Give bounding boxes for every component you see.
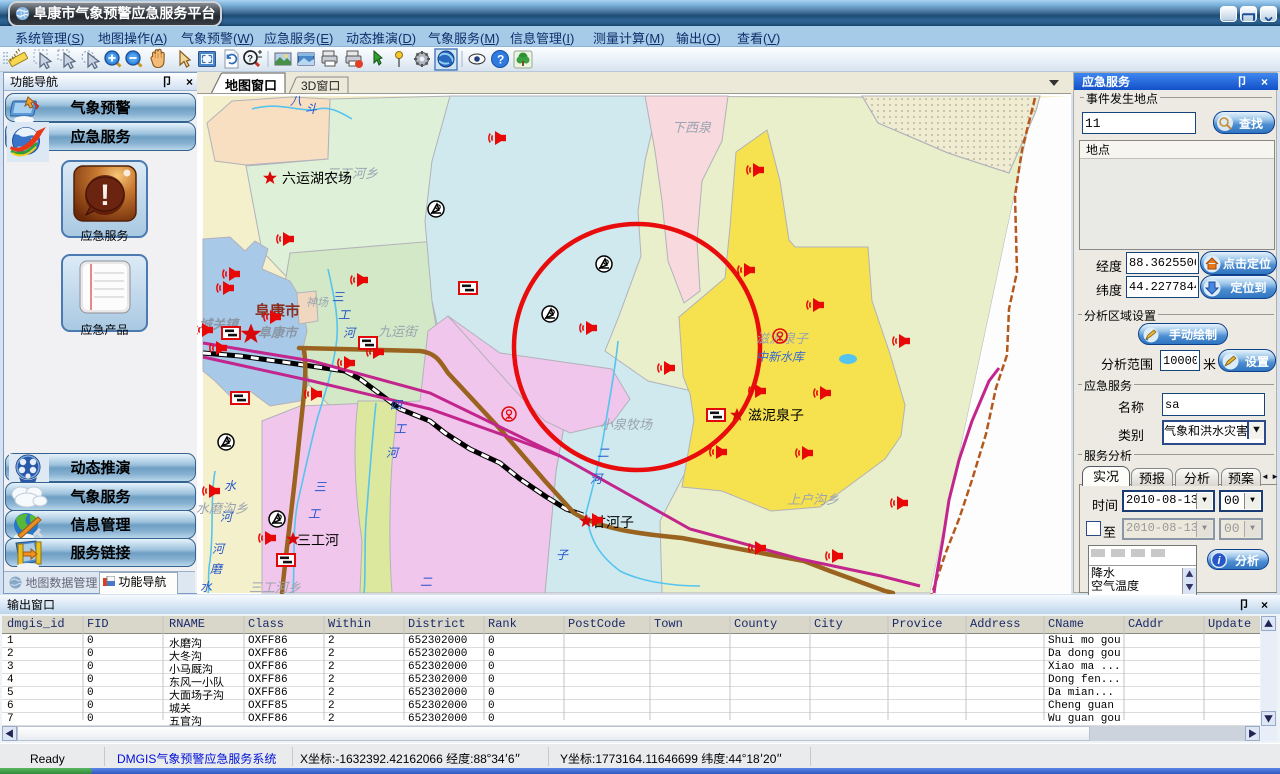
- svg-text:滋泥泉子: 滋泥泉子: [756, 328, 809, 347]
- svg-text:磨: 磨: [210, 560, 224, 577]
- svg-text:?: ?: [497, 51, 504, 68]
- svg-text:河: 河: [386, 444, 400, 461]
- svg-text:滋泥泉子: 滋泥泉子: [748, 405, 804, 425]
- svg-text:三工河乡: 三工河乡: [249, 577, 301, 594]
- svg-text:河: 河: [590, 470, 604, 487]
- svg-text:三工河: 三工河: [297, 530, 339, 550]
- svg-text:河: 河: [220, 508, 234, 525]
- svg-text:工: 工: [394, 420, 407, 437]
- svg-text:上户沟乡: 上户沟乡: [787, 489, 839, 508]
- svg-text:二: 二: [597, 444, 610, 461]
- svg-text:阜康市: 阜康市: [258, 322, 299, 341]
- svg-text:神场: 神场: [306, 294, 329, 310]
- svg-text:中新水库: 中新水库: [756, 348, 806, 365]
- svg-text:!: !: [100, 170, 110, 214]
- svg-text:工: 工: [338, 306, 351, 323]
- svg-text:河: 河: [343, 324, 357, 341]
- svg-text:三: 三: [314, 478, 327, 495]
- svg-text:水: 水: [200, 578, 213, 594]
- svg-text:下西泉: 下西泉: [672, 117, 712, 136]
- svg-text:四: 四: [390, 396, 404, 413]
- svg-text:六运湖农场: 六运湖农场: [282, 168, 352, 188]
- svg-text:小泉牧场: 小泉牧场: [600, 414, 653, 433]
- svg-text:子: 子: [556, 546, 569, 563]
- svg-text:工: 工: [308, 505, 321, 522]
- svg-text:?: ?: [247, 51, 253, 65]
- svg-text:二: 二: [420, 573, 433, 590]
- svg-text:河: 河: [212, 540, 226, 557]
- svg-text:八: 八: [290, 94, 302, 109]
- svg-text:九运街: 九运街: [378, 321, 419, 340]
- svg-text:斗: 斗: [305, 100, 318, 117]
- svg-text:三: 三: [332, 288, 345, 305]
- svg-text:水: 水: [224, 477, 237, 494]
